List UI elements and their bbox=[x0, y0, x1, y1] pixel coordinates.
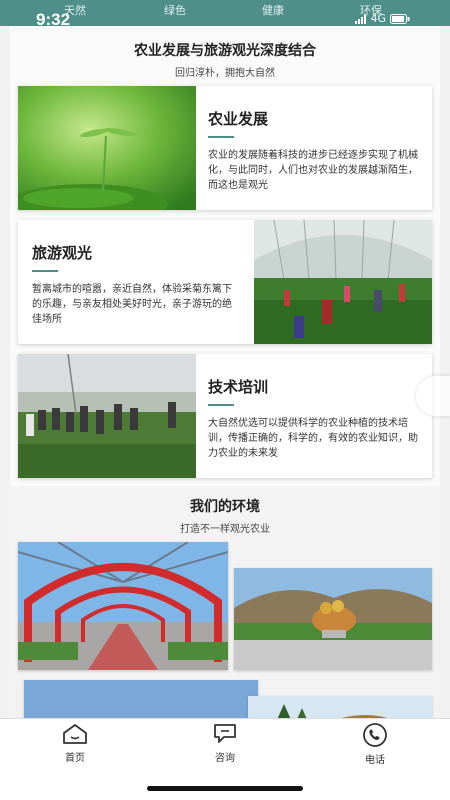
header: 农业发展与旅游观光深度结合 回归淳朴，拥抱大自然 bbox=[10, 40, 440, 79]
card-training-text: 技术培训 大自然优选可以提供科学的农业种植的技术培训，传播正确的，科学的，有效的… bbox=[196, 354, 432, 478]
sky-landscape-image bbox=[24, 680, 258, 718]
tab-consult[interactable]: 咨询 bbox=[180, 723, 270, 764]
network-type: 4G bbox=[370, 12, 386, 25]
battery-icon bbox=[390, 13, 410, 24]
environment-photo-flowers[interactable] bbox=[248, 696, 432, 718]
card-title: 技术培训 bbox=[208, 378, 269, 396]
card-title: 旅游观光 bbox=[32, 244, 93, 262]
floating-assistive-ball[interactable] bbox=[416, 376, 450, 416]
tab-phone[interactable]: 电话 bbox=[330, 723, 420, 766]
environment-subtitle: 打造不一样观光农业 bbox=[180, 524, 270, 535]
page-title: 农业发展与旅游观光深度结合 bbox=[134, 43, 316, 59]
card-tourism-text: 旅游观光 暂离城市的喧嚣，亲近自然，体验采菊东篱下的乐趣，与亲友相处美好时光，亲… bbox=[18, 220, 254, 344]
card-description: 农业的发展随着科技的进步已经逐步实现了机械化，与此同时，人们也对农业的发展越渐陌… bbox=[208, 150, 418, 191]
title-underline bbox=[208, 404, 234, 406]
title-underline bbox=[208, 136, 234, 138]
environment-photo-sky[interactable] bbox=[24, 680, 258, 718]
home-indicator bbox=[147, 786, 303, 791]
card-agriculture-text: 农业发展 农业的发展随着科技的进步已经逐步实现了机械化，与此同时，人们也对农业的… bbox=[196, 86, 432, 210]
tab-home-label: 首页 bbox=[65, 753, 85, 764]
tab-home[interactable]: 首页 bbox=[30, 723, 120, 764]
card-training[interactable]: 技术培训 大自然优选可以提供科学的农业种植的技术培训，传播正确的，科学的，有效的… bbox=[18, 354, 432, 478]
environment-photo-basket[interactable] bbox=[234, 568, 432, 670]
title-underline bbox=[32, 270, 58, 272]
status-indicators: 4G bbox=[355, 12, 410, 25]
seedling-image bbox=[18, 86, 196, 210]
chat-icon bbox=[214, 724, 236, 743]
card-title: 农业发展 bbox=[208, 110, 269, 128]
card-description: 暂离城市的喧嚣，亲近自然，体验采菊东篱下的乐趣，与亲友相处美好时光，亲子游玩的绝… bbox=[32, 284, 232, 325]
tab-phone-label: 电话 bbox=[365, 755, 385, 766]
top-bar: 天然 绿色 健康 环保 9:32 4G bbox=[0, 0, 450, 29]
signal-icon bbox=[355, 13, 367, 24]
top-tab-green[interactable]: 绿色 bbox=[164, 2, 186, 18]
card-description: 大自然优选可以提供科学的农业种植的技术培训，传播正确的，科学的，有效的农业知识，… bbox=[208, 418, 418, 459]
card-tourism[interactable]: 旅游观光 暂离城市的喧嚣，亲近自然，体验采菊东篱下的乐趣，与亲友相处美好时光，亲… bbox=[18, 220, 432, 344]
home-icon bbox=[63, 724, 87, 744]
page-subtitle: 回归淳朴，拥抱大自然 bbox=[175, 68, 275, 79]
red-arches-image bbox=[18, 542, 228, 670]
top-tab-health[interactable]: 健康 bbox=[262, 2, 284, 18]
greenhouse-image bbox=[254, 220, 432, 344]
training-image bbox=[18, 354, 196, 478]
fruit-basket-sculpture-image bbox=[234, 568, 432, 670]
phone-icon bbox=[363, 723, 387, 747]
page-content: 农业发展与旅游观光深度结合 回归淳朴，拥抱大自然 农业发展 农业的发展随着科技的… bbox=[10, 26, 440, 718]
environment-section: 我们的环境 打造不一样观光农业 bbox=[10, 486, 440, 718]
environment-header: 我们的环境 打造不一样观光农业 bbox=[10, 496, 440, 535]
environment-title: 我们的环境 bbox=[190, 499, 260, 515]
environment-photo-arches[interactable] bbox=[18, 542, 228, 670]
flower-arch-image bbox=[248, 696, 432, 718]
card-agriculture[interactable]: 农业发展 农业的发展随着科技的进步已经逐步实现了机械化，与此同时，人们也对农业的… bbox=[18, 86, 432, 210]
tab-consult-label: 咨询 bbox=[215, 753, 235, 764]
